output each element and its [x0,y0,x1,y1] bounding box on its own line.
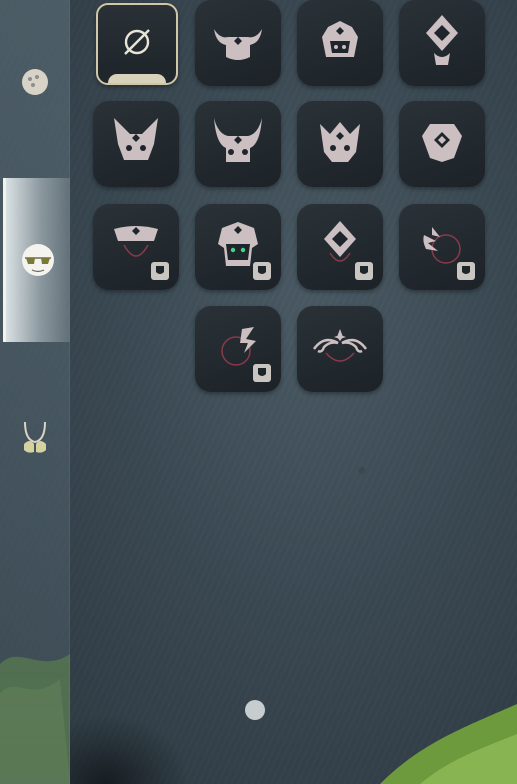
necklace-icon [20,420,50,456]
curved-horn-mask-icon [210,114,266,174]
owned-badge [457,262,475,280]
accessory-slot[interactable] [195,204,281,290]
tab-face-paint[interactable] [3,0,67,164]
accessory-slot[interactable] [195,0,281,86]
accessory-slot[interactable] [195,101,281,187]
eared-mask-icon [108,114,164,174]
face-paint-icon [20,67,50,97]
accessory-slot[interactable] [93,204,179,290]
page-indicator-dot[interactable] [245,700,265,720]
crested-mask-icon [314,17,366,69]
crown-mask-icon [314,118,366,170]
diamond-totem-icon [420,13,464,73]
shield-crest-icon [420,120,464,168]
accessory-slot-none[interactable] [96,3,178,85]
accessory-slot[interactable] [399,101,485,187]
accessory-slot[interactable] [297,101,383,187]
none-icon [120,25,154,63]
curl-crown-icon [308,325,372,373]
accessory-slot[interactable] [399,204,485,290]
owned-badge [253,364,271,382]
glasses-icon [20,242,56,278]
accessory-slot[interactable] [399,0,485,86]
owned-badge [253,262,271,280]
horned-mask-icon [210,19,266,67]
rock-shadow [70,714,190,784]
accessory-slot[interactable] [297,306,383,392]
accessory-slot[interactable] [297,204,383,290]
selected-indicator [108,74,166,83]
tab-necklace[interactable] [3,356,67,520]
accessory-slot[interactable] [93,101,179,187]
owned-badge [355,262,373,280]
accessory-slot[interactable] [297,0,383,86]
accessory-slot[interactable] [195,306,281,392]
owned-badge [151,262,169,280]
tab-glasses[interactable] [3,178,70,342]
category-sidebar [0,0,70,784]
